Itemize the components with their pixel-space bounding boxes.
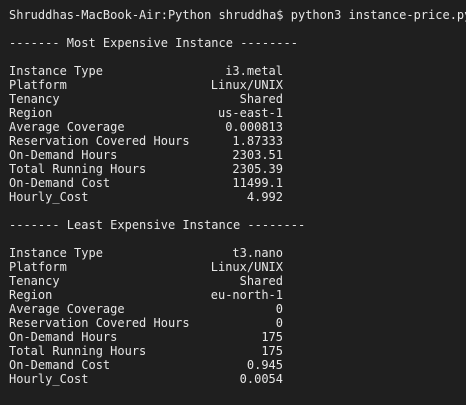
row-reservation-covered-hours: Reservation Covered Hours 0 [9,316,283,330]
row-value: 11499.1 [232,176,283,190]
row-label: Instance Type [9,64,103,78]
row-on-demand-hours: On-Demand Hours 175 [9,330,283,344]
row-region: Region us-east-1 [9,106,283,120]
row-tenancy: Tenancy Shared [9,274,283,288]
row-value: t3.nano [232,246,283,260]
row-label: On-Demand Hours [9,330,118,344]
row-platform: Platform Linux/UNIX [9,78,283,92]
row-value: Shared [239,92,283,106]
row-platform: Platform Linux/UNIX [9,260,283,274]
row-label: Instance Type [9,246,103,260]
row-total-running-hours: Total Running Hours 2305.39 [9,162,283,176]
row-label: Tenancy [9,274,60,288]
row-label: Region [9,106,53,120]
row-label: On-Demand Hours [9,148,118,162]
row-on-demand-cost: On-Demand Cost 11499.1 [9,176,283,190]
row-label: Average Coverage [9,120,125,134]
row-label: Platform [9,260,67,274]
row-value: 2303.51 [232,148,283,162]
row-value: 2305.39 [232,162,283,176]
row-label: Region [9,288,53,302]
row-value: 0.945 [246,358,283,372]
row-label: Hourly_Cost [9,190,89,204]
row-value: us-east-1 [217,106,283,120]
most-expensive-section: ------- Most Expensive Instance --------… [9,36,466,204]
row-label: Average Coverage [9,302,125,316]
row-label: Platform [9,78,67,92]
row-instance-type: Instance Type t3.nano [9,246,283,260]
least-expensive-section: ------- Least Expensive Instance -------… [9,218,466,386]
row-instance-type: Instance Type i3.metal [9,64,283,78]
row-label: Reservation Covered Hours [9,316,190,330]
row-hourly-cost: Hourly_Cost 4.992 [9,190,283,204]
row-value: 0.000813 [225,120,283,134]
row-value: i3.metal [225,64,283,78]
row-value: Linux/UNIX [210,260,283,274]
section-header-least-expensive: ------- Least Expensive Instance -------… [9,218,306,232]
row-value: 0 [275,316,283,330]
row-value: 4.992 [246,190,283,204]
row-total-running-hours: Total Running Hours 175 [9,344,283,358]
row-label: On-Demand Cost [9,358,111,372]
row-average-coverage: Average Coverage 0 [9,302,283,316]
row-reservation-covered-hours: Reservation Covered Hours 1.87333 [9,134,283,148]
row-value: 175 [261,330,283,344]
row-value: 1.87333 [232,134,283,148]
terminal-window[interactable]: Shruddhas-MacBook-Air:Python shruddha$ p… [0,0,466,405]
row-label: On-Demand Cost [9,176,111,190]
row-label: Total Running Hours [9,162,147,176]
row-value: eu-north-1 [210,288,283,302]
row-value: Linux/UNIX [210,78,283,92]
row-tenancy: Tenancy Shared [9,92,283,106]
row-value: 0.0054 [239,372,283,386]
row-on-demand-cost: On-Demand Cost 0.945 [9,358,283,372]
row-label: Reservation Covered Hours [9,134,190,148]
row-hourly-cost: Hourly_Cost 0.0054 [9,372,283,386]
row-value: 0 [275,302,283,316]
row-on-demand-hours: On-Demand Hours 2303.51 [9,148,283,162]
row-value: Shared [239,274,283,288]
row-region: Region eu-north-1 [9,288,283,302]
row-label: Tenancy [9,92,60,106]
command-prompt-line: Shruddhas-MacBook-Air:Python shruddha$ p… [9,8,466,22]
row-label: Total Running Hours [9,344,147,358]
section-header-most-expensive: ------- Most Expensive Instance -------- [9,36,298,50]
row-value: 175 [261,344,283,358]
row-label: Hourly_Cost [9,372,89,386]
row-average-coverage: Average Coverage 0.000813 [9,120,283,134]
